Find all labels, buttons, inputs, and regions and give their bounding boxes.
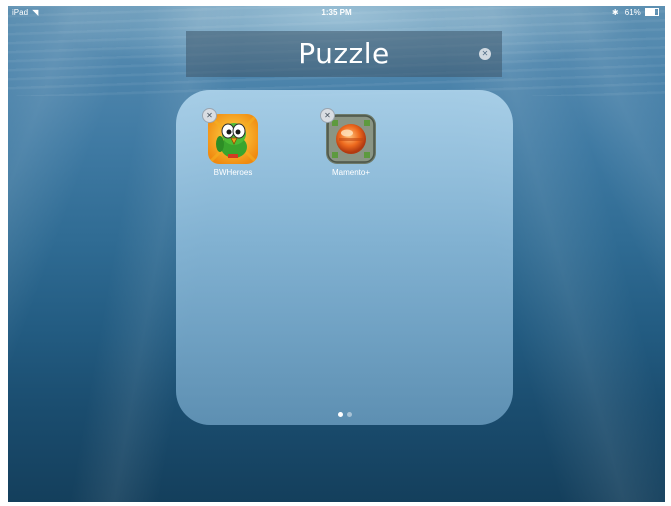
page: iPad ◥ 1:35 PM ✱ 61% Puzzle ✕ ✕ BWHeroes… — [0, 0, 671, 506]
app-bwheroes[interactable]: ✕ BWHeroes — [198, 108, 268, 188]
clear-text-icon: ✕ — [481, 49, 489, 58]
delete-icon: ✕ — [324, 111, 331, 120]
battery-percent: 61% — [624, 8, 641, 17]
folder-name-field[interactable]: Puzzle ✕ — [186, 31, 502, 77]
ipad-home-screen: iPad ◥ 1:35 PM ✱ 61% Puzzle ✕ ✕ BWHeroes… — [8, 6, 665, 502]
page-dot[interactable] — [346, 412, 352, 417]
status-time: 1:35 PM — [321, 8, 352, 17]
clear-text-button[interactable]: ✕ — [479, 48, 491, 60]
folder-name[interactable]: Puzzle — [186, 31, 502, 77]
delete-app-button[interactable]: ✕ — [320, 108, 335, 123]
delete-icon: ✕ — [206, 111, 213, 120]
delete-app-button[interactable]: ✕ — [202, 108, 217, 123]
app-mamento[interactable]: ✕ Mamento+ — [316, 108, 386, 188]
folder-panel: ✕ BWHeroes ✕ Mamento+ — [176, 90, 513, 425]
page-indicator[interactable] — [176, 412, 513, 418]
bluetooth-icon: ✱ — [611, 8, 619, 17]
app-label: BWHeroes — [213, 168, 253, 177]
battery-icon — [645, 7, 659, 16]
page-dot-current[interactable] — [337, 412, 343, 417]
status-right: ✱ 61% — [612, 6, 659, 20]
status-bar: iPad ◥ 1:35 PM ✱ 61% — [8, 6, 665, 20]
app-label: Mamento+ — [331, 168, 371, 177]
